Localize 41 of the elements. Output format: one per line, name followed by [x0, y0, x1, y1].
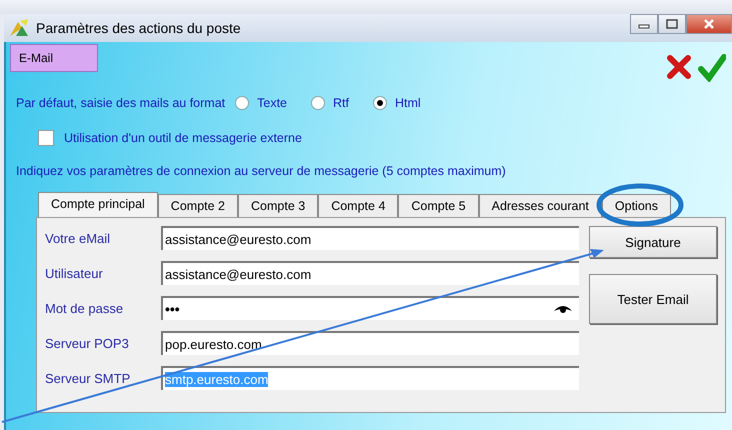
close-icon	[703, 19, 715, 29]
minimize-button[interactable]	[630, 14, 658, 34]
field-label: Mot de passe	[45, 300, 124, 316]
eye-icon[interactable]	[553, 303, 573, 315]
account-tab[interactable]: Compte 3	[238, 194, 318, 217]
account-tab[interactable]: Compte 2	[158, 194, 238, 217]
account-tab[interactable]: Compte 4	[318, 194, 398, 217]
account-tab[interactable]: Options	[602, 194, 671, 217]
format-label: Par défaut, saisie des mails au format	[16, 96, 226, 110]
maximize-icon	[666, 19, 678, 29]
section-tab[interactable]: E-Mail	[10, 44, 98, 72]
format-radio[interactable]: Texte	[235, 96, 288, 110]
checkbox-label: Utilisation d'un outil de messagerie externe	[64, 131, 302, 145]
app-icon	[8, 18, 30, 38]
input-field[interactable]: •••	[161, 296, 579, 320]
radio-button[interactable]	[311, 96, 326, 110]
ok-button[interactable]	[698, 54, 726, 82]
input-field[interactable]: assistance@euresto.com	[161, 261, 579, 285]
checkmark-icon	[698, 54, 726, 82]
close-button[interactable]	[686, 14, 732, 34]
checkbox[interactable]	[38, 130, 54, 146]
radio-button[interactable]	[235, 96, 250, 110]
radio-button[interactable]	[373, 96, 387, 110]
action-button[interactable]: Signature	[589, 226, 717, 258]
field-label: Utilisateur	[45, 266, 104, 280]
field-label: Votre eMail	[45, 230, 112, 246]
window-title: Paramètres des actions du poste	[36, 20, 241, 36]
info-text: Indiquez vos paramètres de connexion au serveur de messagerie (5 comptes maximum)	[16, 164, 507, 178]
account-tab[interactable]: Adresses courant	[478, 194, 602, 217]
maximize-button[interactable]	[658, 14, 686, 34]
field-label: Serveur POP3	[45, 336, 130, 350]
format-radio[interactable]: Html	[373, 96, 421, 110]
field-label: Serveur SMTP	[45, 370, 132, 386]
input-field[interactable]: assistance@euresto.com	[161, 226, 579, 250]
action-button[interactable]: Tester Email	[589, 274, 717, 324]
cancel-button[interactable]	[666, 54, 692, 82]
cross-icon	[666, 54, 692, 80]
input-field[interactable]: pop.euresto.com	[161, 331, 579, 355]
format-radio[interactable]: Rtf	[311, 96, 349, 110]
account-tab[interactable]: Compte 5	[398, 194, 479, 217]
account-tab[interactable]: Compte principal	[38, 192, 158, 217]
